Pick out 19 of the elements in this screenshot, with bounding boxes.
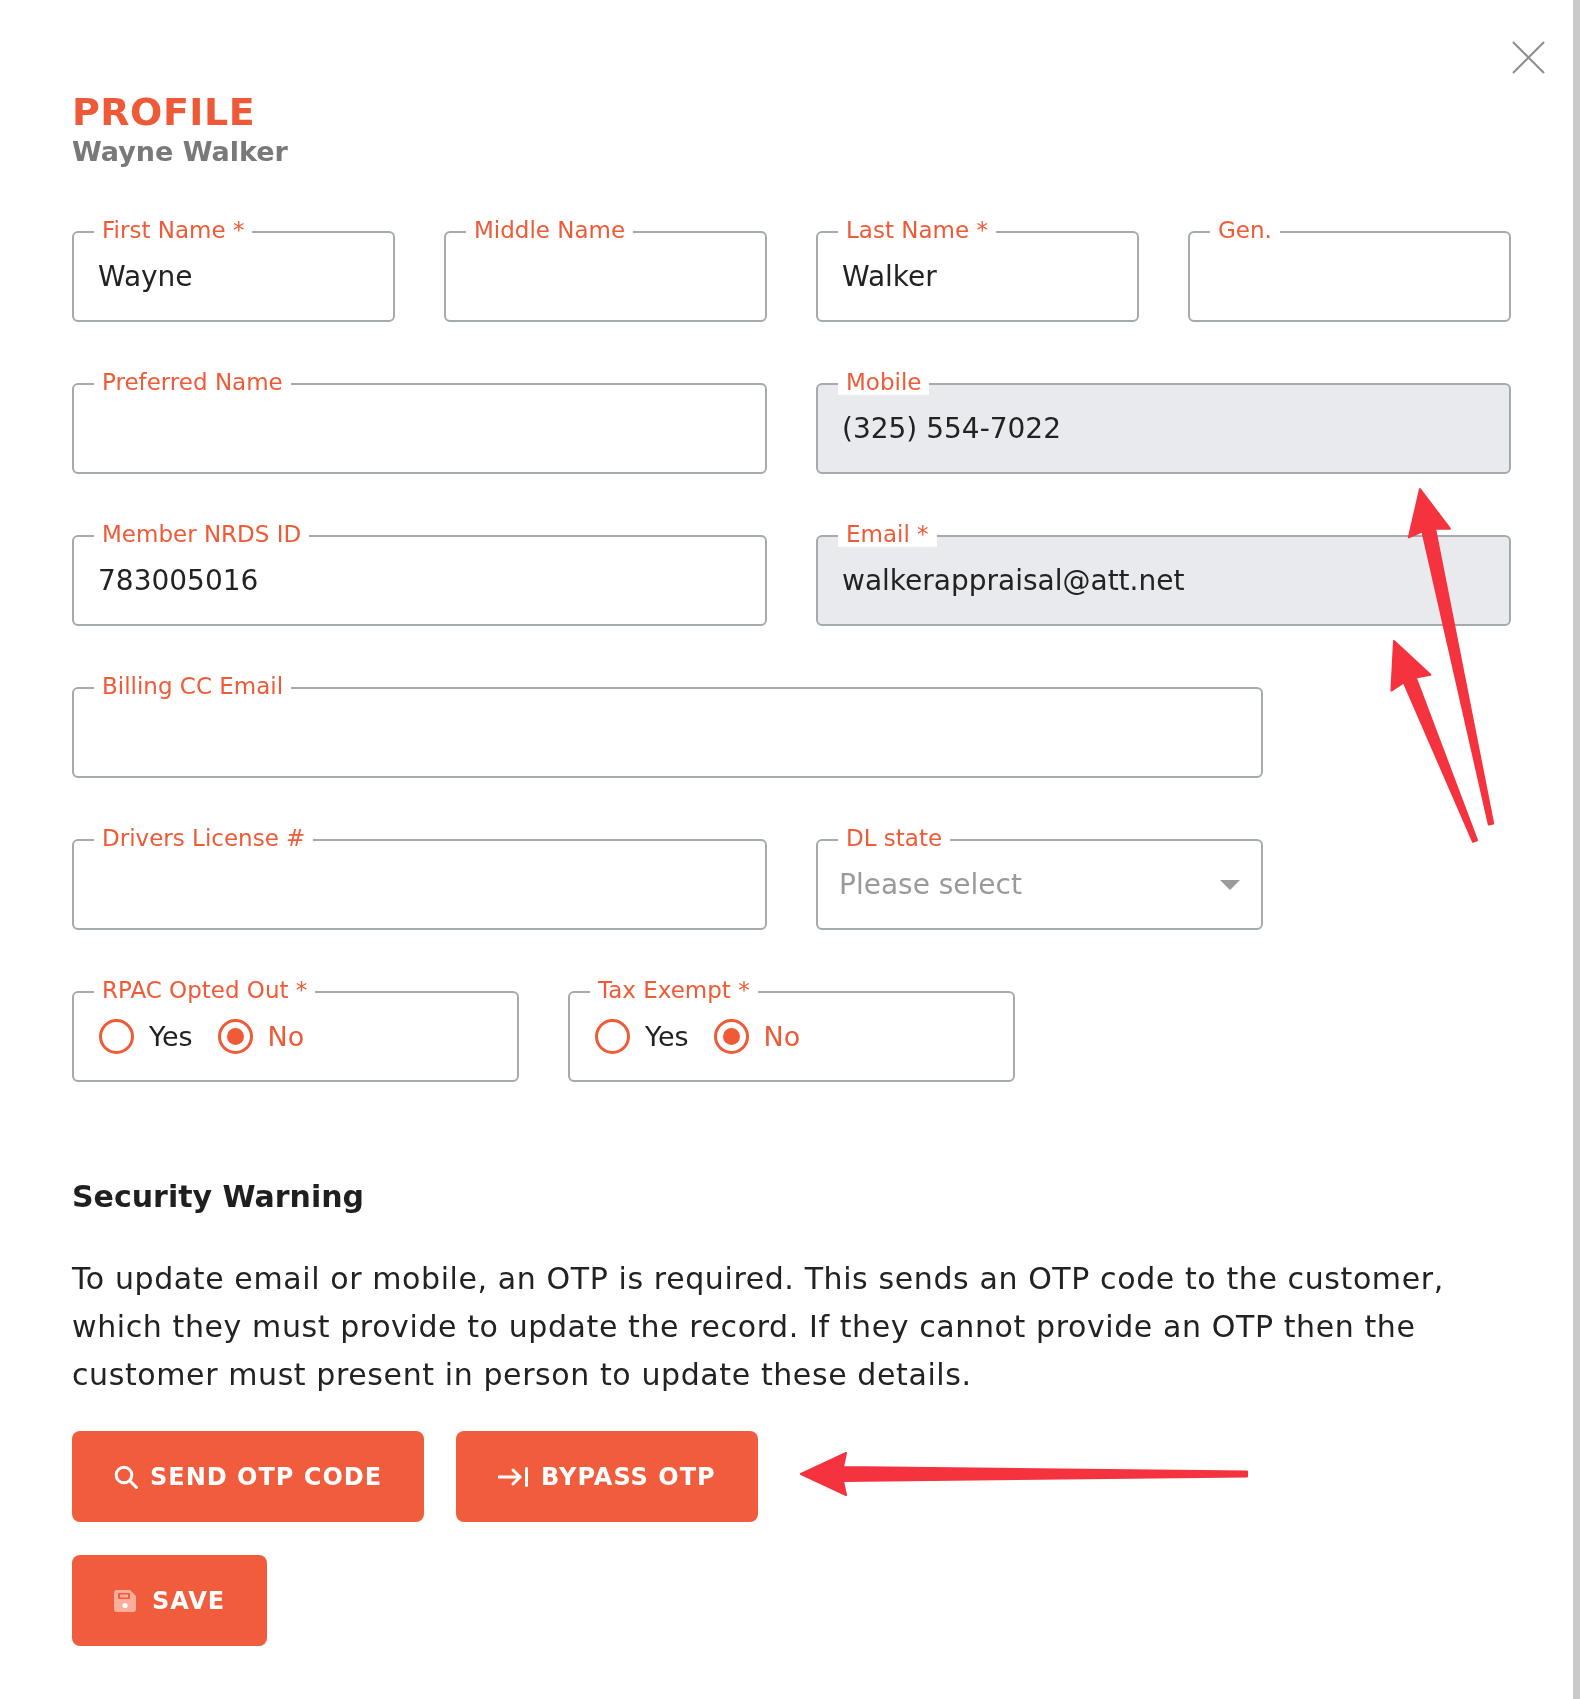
- search-icon: [114, 1464, 138, 1489]
- radio-label[interactable]: Yes: [149, 1021, 193, 1052]
- arrow-to-bar-icon: [498, 1466, 530, 1487]
- user-name: Wayne Walker: [72, 137, 288, 167]
- scrollbar[interactable]: [1573, 0, 1580, 1699]
- caret-icon: [1220, 879, 1240, 890]
- radio-button[interactable]: [217, 1019, 253, 1054]
- page-title: PROFILE: [72, 93, 256, 131]
- radio-button[interactable]: [595, 1019, 630, 1054]
- warning-text: To update email or mobile, an OTP is required. This sends an OTP code to the customer, which they must provide to update the record. If they cannot provide an OTP then the customer must present in person to update these details.: [72, 1260, 1445, 1394]
- section-heading: Security Warning: [72, 1179, 365, 1215]
- radio-label[interactable]: Yes: [645, 1021, 689, 1052]
- close-icon[interactable]: [1512, 41, 1545, 74]
- field-label: Mobile: [838, 369, 930, 395]
- field-label: RPAC Opted Out *: [94, 977, 316, 1003]
- field-label: Email *: [838, 521, 937, 547]
- field-label: Billing CC Email: [94, 673, 292, 699]
- radio-button[interactable]: [713, 1019, 749, 1054]
- radio-button[interactable]: [99, 1019, 134, 1054]
